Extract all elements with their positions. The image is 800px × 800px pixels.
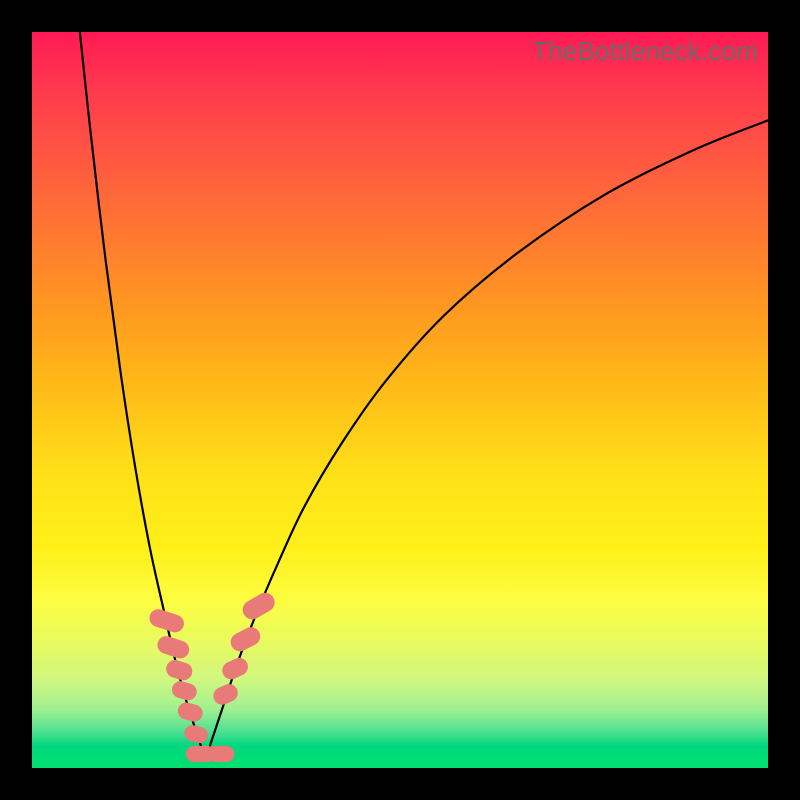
data-marker (211, 681, 241, 707)
curve-right (205, 120, 768, 760)
data-marker (208, 746, 234, 762)
data-marker (176, 701, 205, 724)
curves-svg (32, 32, 768, 768)
data-marker (147, 607, 186, 635)
chart-frame: TheBottleneck.com (32, 32, 768, 768)
data-marker (164, 658, 195, 683)
data-marker (183, 723, 210, 744)
data-marker (219, 655, 250, 682)
data-marker (239, 589, 278, 623)
data-marker (170, 679, 199, 702)
data-marker (227, 624, 263, 654)
